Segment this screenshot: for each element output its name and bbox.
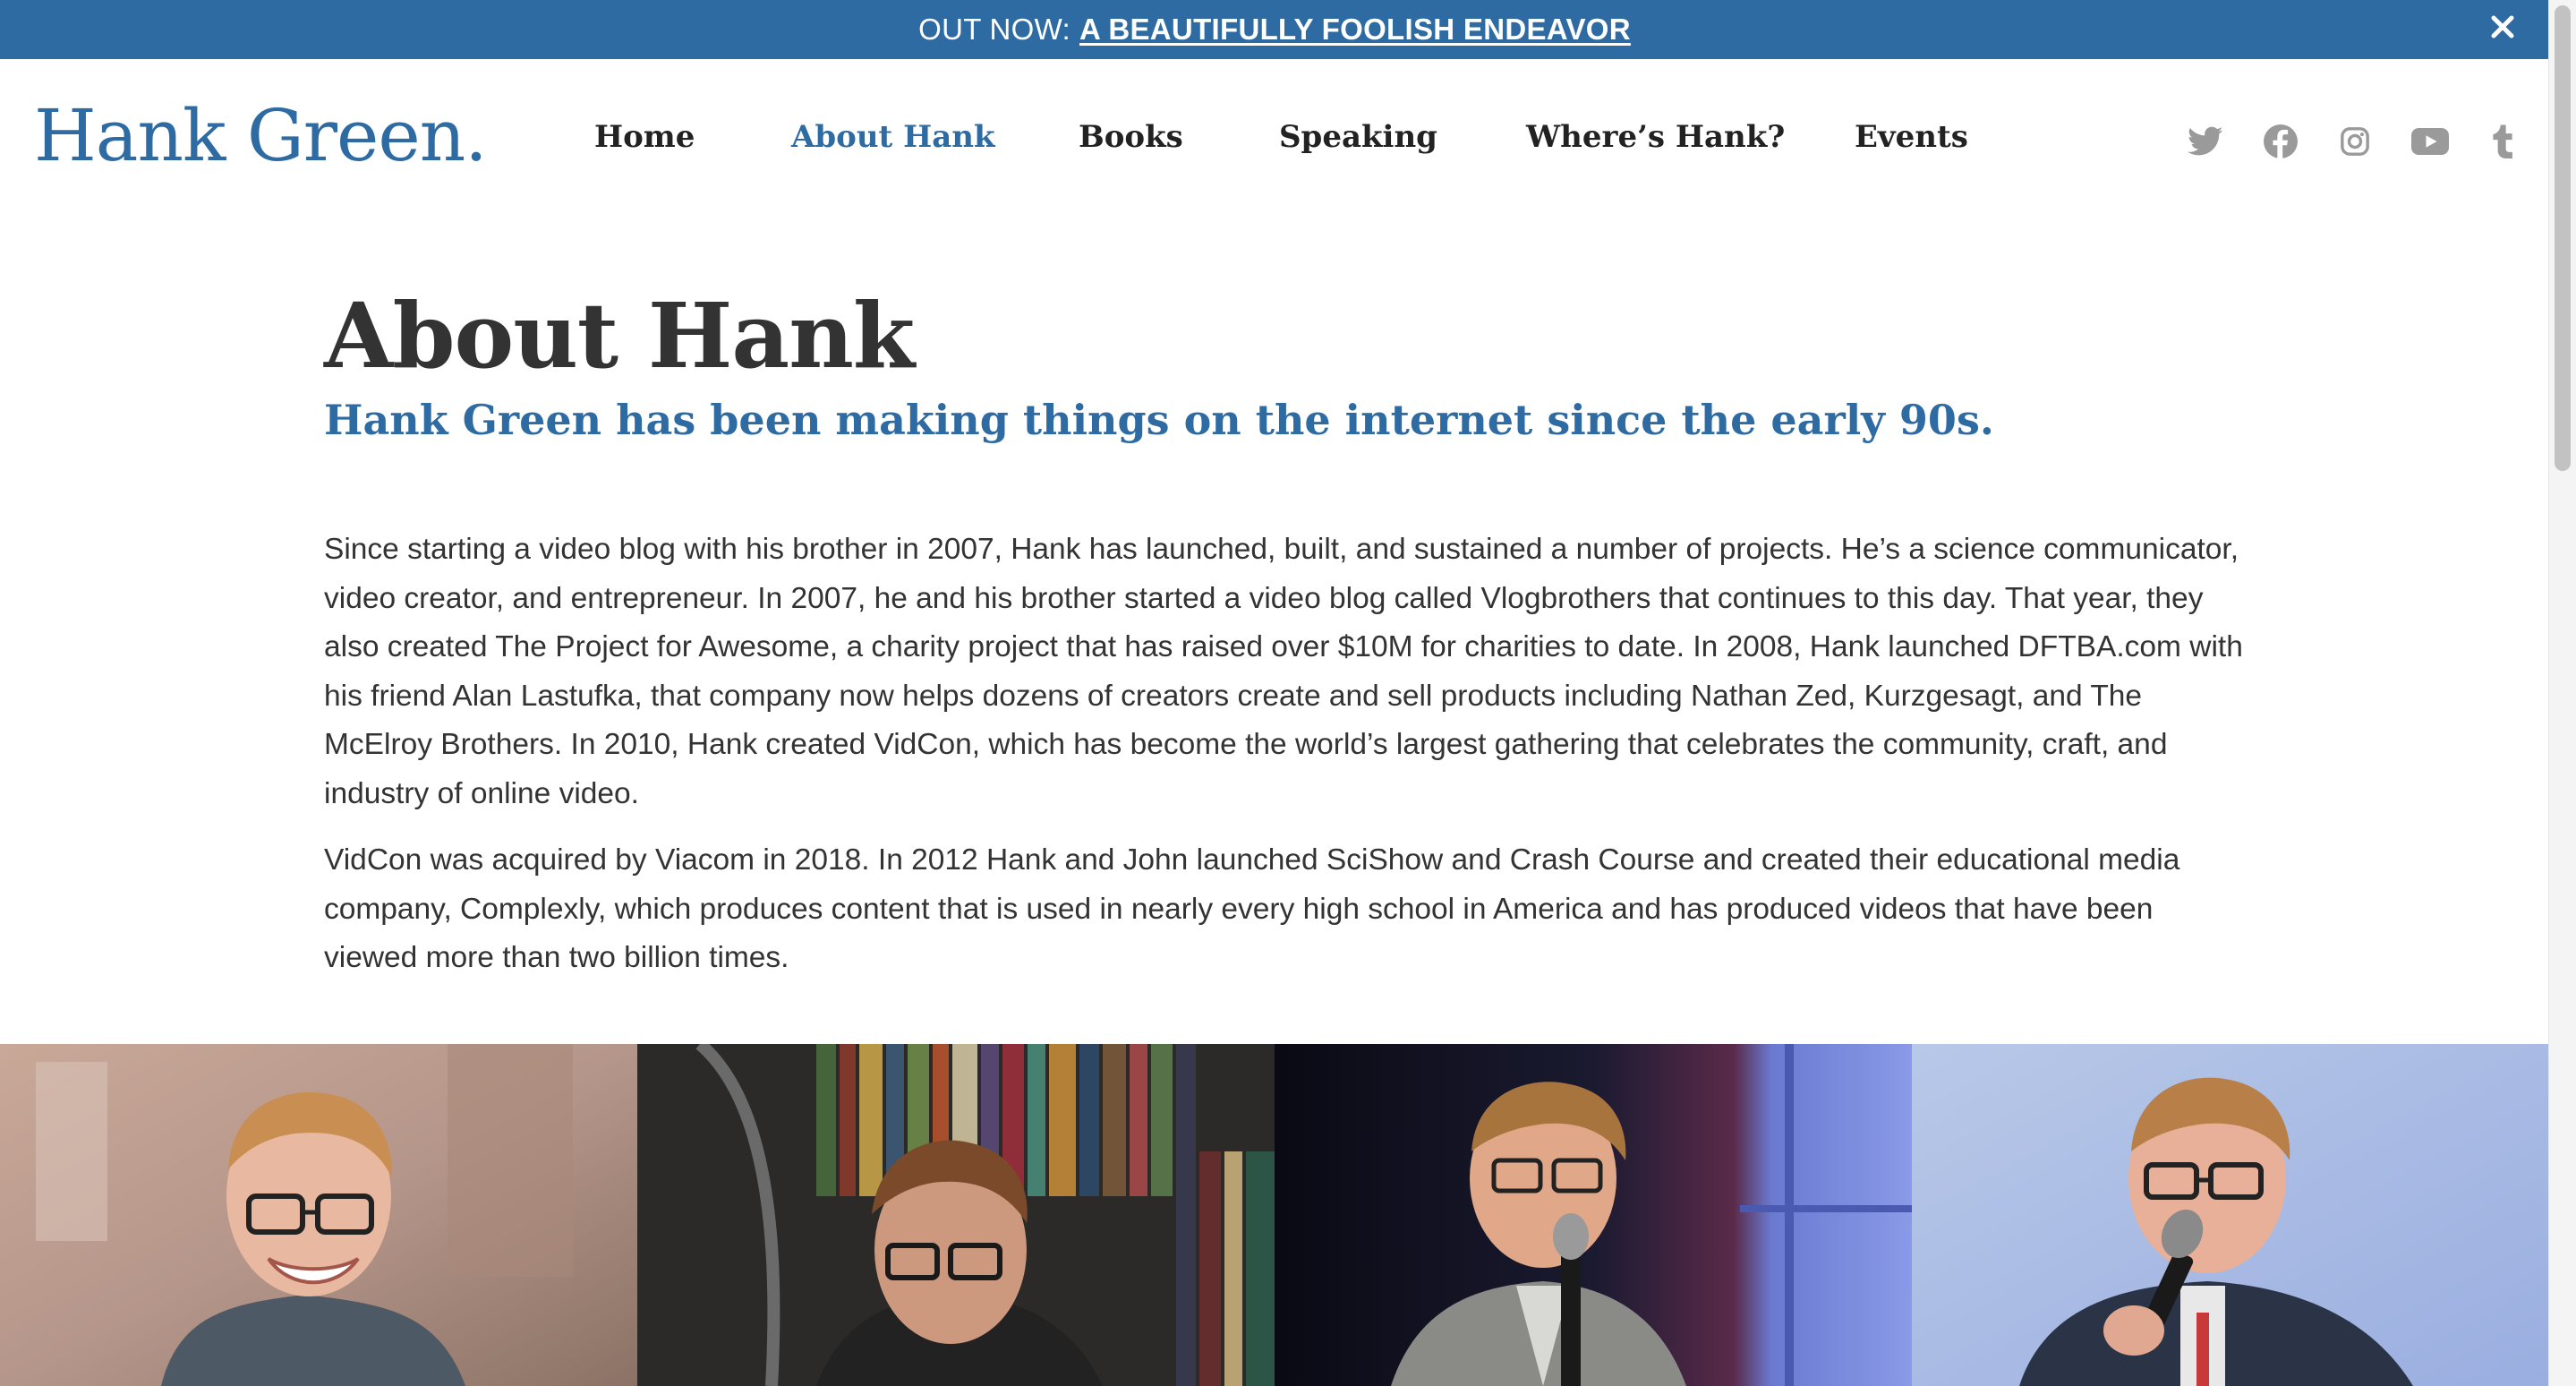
announcement-bar: OUT NOW: A BEAUTIFULLY FOOLISH ENDEAVOR xyxy=(0,0,2549,59)
hank-photo xyxy=(1275,1044,1912,1386)
nav-events[interactable]: Events xyxy=(1855,122,1968,152)
nav-books[interactable]: Books xyxy=(1079,122,1183,152)
page-scrollbar[interactable] xyxy=(2548,0,2576,1386)
photo-strip xyxy=(0,1044,2549,1386)
youtube-icon[interactable] xyxy=(2410,122,2450,161)
page-subtitle: Hank Green has been making things on the… xyxy=(324,396,1994,444)
bio-paragraph: Since starting a video blog with his bro… xyxy=(324,533,2243,810)
close-icon[interactable] xyxy=(2485,9,2521,45)
nav-wheres-hank[interactable]: Where’s Hank? xyxy=(1526,122,1785,152)
page-title: About Hank xyxy=(324,283,915,389)
tumblr-icon[interactable] xyxy=(2483,122,2522,161)
instagram-icon[interactable] xyxy=(2335,122,2375,161)
main-content: About Hank Hank Green has been making th… xyxy=(324,287,2248,983)
site-header: Hank Green. Home About Hank Books Speaki… xyxy=(0,59,2549,229)
hank-photo xyxy=(1912,1044,2549,1386)
announcement-book-link[interactable]: A BEAUTIFULLY FOOLISH ENDEAVOR xyxy=(1079,13,1631,47)
nav-speaking[interactable]: Speaking xyxy=(1279,122,1437,152)
bio-paragraph: VidCon was acquired by Viacom in 2018. I… xyxy=(324,843,2180,975)
nav-about-hank[interactable]: About Hank xyxy=(791,122,995,152)
twitter-icon[interactable] xyxy=(2186,122,2225,161)
nav-home[interactable]: Home xyxy=(594,122,695,152)
hank-photo xyxy=(0,1044,637,1386)
scrollbar-thumb[interactable] xyxy=(2555,5,2571,471)
hank-photo xyxy=(637,1044,1275,1386)
facebook-icon[interactable] xyxy=(2261,122,2300,161)
main-nav: Home About Hank Books Speaking Where’s H… xyxy=(0,59,2549,229)
announcement-prefix: OUT NOW: xyxy=(918,13,1070,46)
